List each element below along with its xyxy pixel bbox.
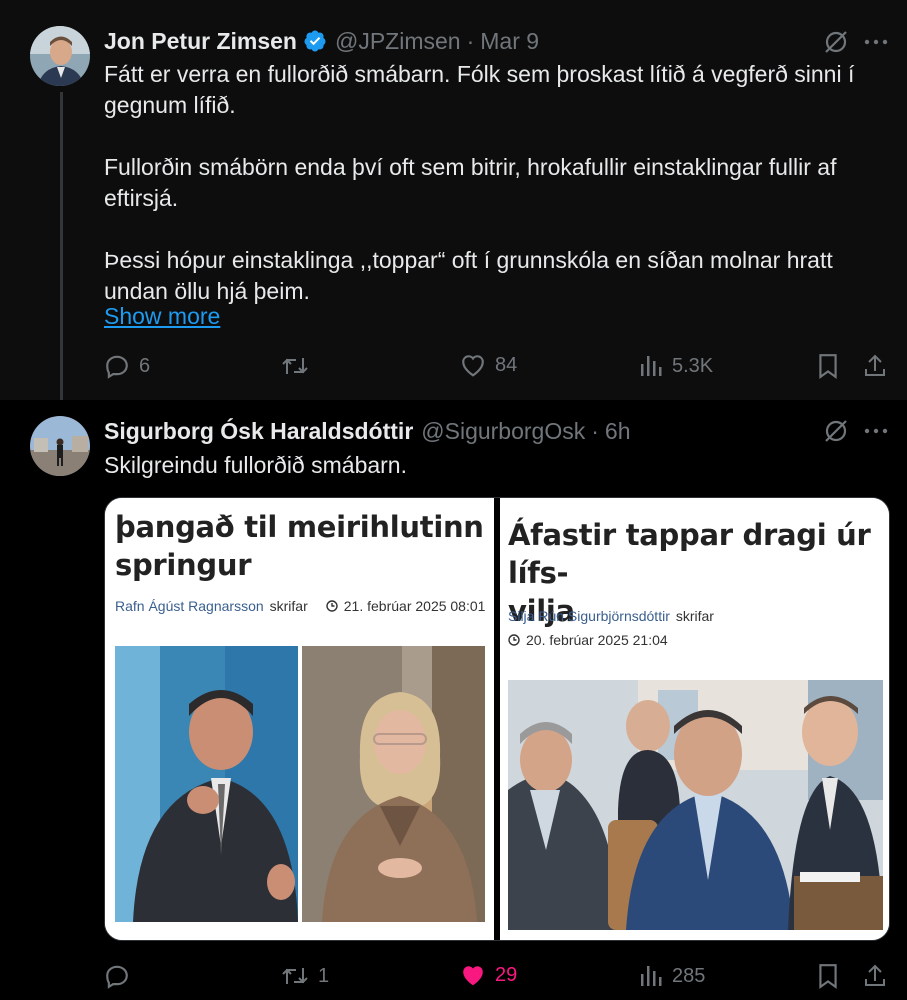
- like-count: 29: [495, 963, 518, 986]
- article-author-suffix: skrifar: [269, 598, 308, 614]
- heart-icon: [463, 966, 483, 986]
- verified-badge-icon: [303, 29, 327, 53]
- article-date: 20. febrúar 2025 21:04: [526, 632, 668, 648]
- clock-icon: [508, 634, 520, 646]
- headline-line: þangað til meirihlutinn: [115, 510, 484, 544]
- retweet-button[interactable]: [281, 353, 318, 379]
- headline-line: springur: [115, 548, 252, 582]
- reply-button[interactable]: 6: [104, 353, 150, 379]
- article-photo-speaker: [115, 646, 298, 922]
- reply-icon: [106, 965, 128, 989]
- tweet-text: Fátt er verra en fullorðið smábarn. Fólk…: [104, 59, 884, 307]
- thread-connector-line: [60, 92, 63, 412]
- retweet-count: 1: [318, 964, 330, 987]
- headline-line: Áfastir tappar dragi úr lífs-: [508, 518, 871, 590]
- tweet-header: Jon Petur Zimsen @JPZimsen · Mar 9: [104, 26, 539, 56]
- bookmark-icon: [819, 354, 837, 379]
- more-icon[interactable]: [862, 28, 890, 56]
- author-name[interactable]: Jon Petur Zimsen: [104, 28, 297, 55]
- separator-dot: ·: [466, 27, 475, 54]
- author-handle[interactable]: @SigurborgOsk: [421, 418, 585, 445]
- article-photo-parliament: [508, 680, 883, 930]
- share-icon: [865, 354, 885, 376]
- avatar-jpzimsen[interactable]: [30, 26, 90, 86]
- article-card-left: þangað til meirihlutinn springur Rafn Ág…: [105, 498, 494, 940]
- article-photo-woman: [302, 646, 485, 922]
- like-button[interactable]: 84: [460, 353, 517, 377]
- retweet-button[interactable]: 1: [281, 963, 329, 989]
- view-count: 285: [672, 964, 706, 987]
- tweet-timestamp[interactable]: 6h: [605, 418, 631, 445]
- author-handle[interactable]: @JPZimsen: [335, 28, 461, 55]
- article-author: Silja Rún Sigurbjörnsdóttir: [508, 608, 670, 624]
- tweet-timestamp[interactable]: Mar 9: [480, 28, 539, 55]
- tweet-text: Skilgreindu fullorðið smábarn.: [104, 452, 407, 478]
- share-button[interactable]: [863, 963, 887, 989]
- tweet-media-image[interactable]: þangað til meirihlutinn springur Rafn Ág…: [104, 497, 890, 941]
- like-count: 84: [495, 353, 518, 376]
- views-button[interactable]: 285: [639, 963, 705, 989]
- article-byline-right: Silja Rún Sigurbjörnsdóttir skrifar: [508, 608, 714, 624]
- retweet-icon: [282, 968, 308, 984]
- article-date: 21. febrúar 2025 08:01: [343, 598, 486, 614]
- tweet-paragraph: Fátt er verra en fullorðið smábarn. Fólk…: [104, 61, 855, 118]
- bookmark-button[interactable]: [817, 353, 839, 379]
- tweet-paragraph: Fullorðin smábörn enda því oft sem bitri…: [104, 154, 837, 211]
- views-icon: [641, 356, 662, 376]
- cropped-headline-fragment: [115, 498, 475, 500]
- more-icon[interactable]: [862, 417, 890, 445]
- tweet-jpzimsen[interactable]: Jon Petur Zimsen @JPZimsen · Mar 9 Fátt …: [0, 0, 907, 412]
- views-button[interactable]: 5.3K: [639, 353, 713, 379]
- heart-icon: [462, 355, 484, 377]
- article-card-right: Áfastir tappar dragi úr lífs- vilja Silj…: [500, 498, 889, 940]
- article-byline-left: Rafn Ágúst Ragnarsson skrifar 21. febrúa…: [115, 598, 485, 614]
- grok-icon[interactable]: [822, 28, 850, 56]
- share-button[interactable]: [863, 353, 887, 379]
- tweet-paragraph: Þessi hópur einstaklinga ,,toppar“ oft í…: [104, 247, 833, 304]
- article-author-suffix: skrifar: [675, 608, 714, 624]
- retweet-icon: [282, 358, 308, 374]
- share-icon: [865, 964, 885, 986]
- reply-icon: [106, 355, 128, 379]
- view-count: 5.3K: [672, 354, 714, 377]
- reply-count: 6: [139, 354, 151, 377]
- article-author: Rafn Ágúst Ragnarsson: [115, 598, 264, 614]
- clock-icon: [326, 600, 338, 612]
- separator-dot: ·: [591, 417, 599, 444]
- tweet-header: Sigurborg Ósk Haraldsdóttir @SigurborgOs…: [104, 416, 631, 446]
- views-icon: [641, 966, 662, 986]
- author-name[interactable]: Sigurborg Ósk Haraldsdóttir: [104, 418, 413, 445]
- bookmark-icon: [819, 964, 837, 989]
- like-button[interactable]: 29: [460, 963, 517, 987]
- bookmark-button[interactable]: [817, 963, 839, 989]
- avatar-sigurborgosk[interactable]: [30, 416, 90, 476]
- article-date-row-right: 20. febrúar 2025 21:04: [508, 632, 668, 648]
- reply-button[interactable]: [104, 963, 139, 989]
- article-headline-left: þangað til meirihlutinn springur: [115, 508, 485, 584]
- grok-icon[interactable]: [822, 417, 850, 445]
- show-more-link[interactable]: Show more: [104, 303, 220, 330]
